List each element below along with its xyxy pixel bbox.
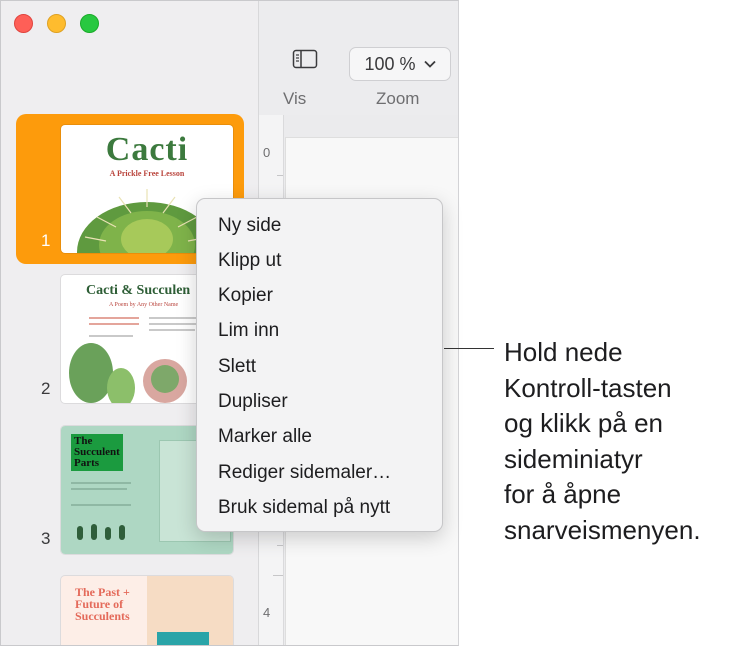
menu-item-delete[interactable]: Slett bbox=[218, 356, 256, 378]
zoom-window-button[interactable] bbox=[80, 14, 99, 33]
menu-item-edit-page-templates[interactable]: Rediger sidemaler… bbox=[218, 462, 391, 484]
menu-item-paste[interactable]: Lim inn bbox=[218, 320, 279, 342]
minimize-button[interactable] bbox=[47, 14, 66, 33]
callout-leader-line bbox=[444, 348, 494, 349]
zoom-dropdown[interactable]: 100 % bbox=[349, 47, 451, 81]
page-number: 2 bbox=[41, 379, 51, 398]
ruler-mark: 4 bbox=[263, 605, 271, 620]
callout-text: Hold nede Kontroll-tasten og klikk på en… bbox=[504, 337, 701, 545]
page-number: 1 bbox=[41, 231, 51, 250]
sidebar-icon bbox=[292, 49, 318, 69]
page-number: 3 bbox=[41, 529, 51, 548]
page-thumbnail-4[interactable]: The Past + Future of Succulents bbox=[61, 576, 233, 645]
menu-item-cut[interactable]: Klipp ut bbox=[218, 250, 281, 272]
menu-item-reapply-page-template[interactable]: Bruk sidemal på nytt bbox=[218, 497, 390, 519]
menu-item-duplicate[interactable]: Dupliser bbox=[218, 391, 288, 413]
context-menu: Ny side Klipp ut Kopier Lim inn Slett Du… bbox=[196, 198, 443, 532]
menu-item-select-all[interactable]: Marker alle bbox=[218, 426, 312, 448]
ruler-mark: 0 bbox=[263, 145, 271, 160]
thumbnail-title: Cacti & Succulen bbox=[86, 283, 191, 298]
toolbar: Vis 100 % Zoom bbox=[259, 1, 458, 116]
view-label: Vis bbox=[283, 89, 307, 108]
menu-item-copy[interactable]: Kopier bbox=[218, 285, 273, 307]
thumbnail-title: The Succulent Parts bbox=[71, 434, 123, 471]
view-button[interactable] bbox=[287, 49, 323, 74]
menu-item-new-page[interactable]: Ny side bbox=[218, 215, 281, 237]
close-button[interactable] bbox=[14, 14, 33, 33]
thumbnail-subtitle: A Poem by Any Other Name bbox=[109, 302, 179, 308]
zoom-value: 100 % bbox=[364, 53, 416, 74]
zoom-label: Zoom bbox=[376, 89, 420, 108]
thumbnail-title: Cacti bbox=[105, 131, 189, 168]
chevron-down-icon bbox=[423, 60, 436, 68]
thumbnail-title: The Past + Future of Succulents bbox=[75, 585, 130, 623]
cactus-icons bbox=[77, 524, 125, 540]
